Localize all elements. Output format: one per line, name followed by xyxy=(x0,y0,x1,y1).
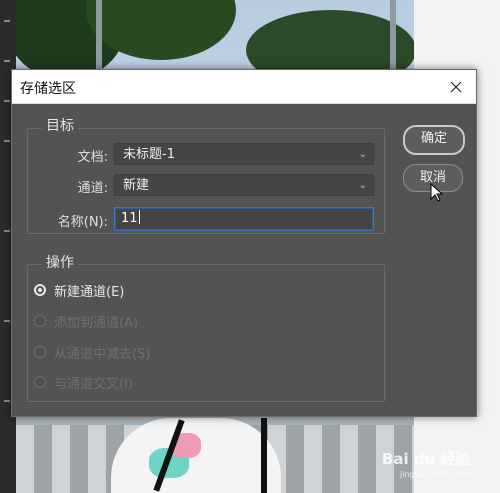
person-shirt xyxy=(111,418,281,493)
radio-label: 与通道交叉(I) xyxy=(54,376,133,392)
radio-new-channel[interactable]: 新建通道(E) xyxy=(34,281,125,300)
tool-icon[interactable] xyxy=(4,100,10,102)
watermark-url: jingyan.baidu.com xyxy=(400,470,474,479)
close-icon xyxy=(450,81,462,92)
ok-button[interactable]: 确定 xyxy=(403,125,465,155)
street-pole xyxy=(96,0,102,80)
name-input[interactable]: 11 xyxy=(114,207,374,231)
text-caret xyxy=(138,210,140,224)
dialog-title: 存储选区 xyxy=(20,81,76,97)
chevron-down-icon: ⌄ xyxy=(358,149,367,160)
dialog-titlebar[interactable]: 存储选区 xyxy=(12,70,476,104)
tool-icon[interactable] xyxy=(4,230,10,232)
bag-strap xyxy=(261,418,267,493)
radio-icon xyxy=(34,376,46,388)
name-value: 11 xyxy=(121,211,138,226)
close-button[interactable] xyxy=(436,70,476,103)
tool-icon[interactable] xyxy=(4,140,10,142)
tool-icon[interactable] xyxy=(4,60,10,62)
target-legend: 目标 xyxy=(42,115,78,135)
radio-add-to-channel: 添加到通道(A) xyxy=(34,312,139,331)
tool-icon[interactable] xyxy=(4,320,10,322)
save-selection-dialog: 存储选区 目标 文档: 未标题-1 ⌄ 通道: 新建 ⌄ 名称(N): 11 操… xyxy=(11,69,477,417)
document-select[interactable]: 未标题-1 ⌄ xyxy=(114,143,374,165)
radio-label: 新建通道(E) xyxy=(54,284,125,300)
radio-icon xyxy=(34,346,46,358)
tool-icon[interactable] xyxy=(4,400,10,402)
radio-icon xyxy=(34,315,46,327)
channel-select[interactable]: 新建 ⌄ xyxy=(114,174,374,196)
radio-icon[interactable] xyxy=(34,284,46,296)
channel-label: 通道: xyxy=(77,181,108,196)
channel-value: 新建 xyxy=(123,178,150,193)
street-pole xyxy=(390,0,396,80)
radio-label: 从通道中减去(S) xyxy=(54,346,151,362)
operation-legend: 操作 xyxy=(42,252,78,272)
chevron-down-icon: ⌄ xyxy=(358,180,367,191)
radio-subtract-from-channel: 从通道中减去(S) xyxy=(34,343,151,362)
tool-icon[interactable] xyxy=(4,20,10,22)
watermark-logo: Bai du 经验 xyxy=(382,450,471,468)
radio-label: 添加到通道(A) xyxy=(54,315,139,331)
mouse-cursor-icon xyxy=(430,183,444,202)
name-label: 名称(N): xyxy=(57,215,108,230)
document-value: 未标题-1 xyxy=(123,147,175,162)
document-label: 文档: xyxy=(77,150,108,165)
radio-intersect-channel: 与通道交叉(I) xyxy=(34,373,133,392)
